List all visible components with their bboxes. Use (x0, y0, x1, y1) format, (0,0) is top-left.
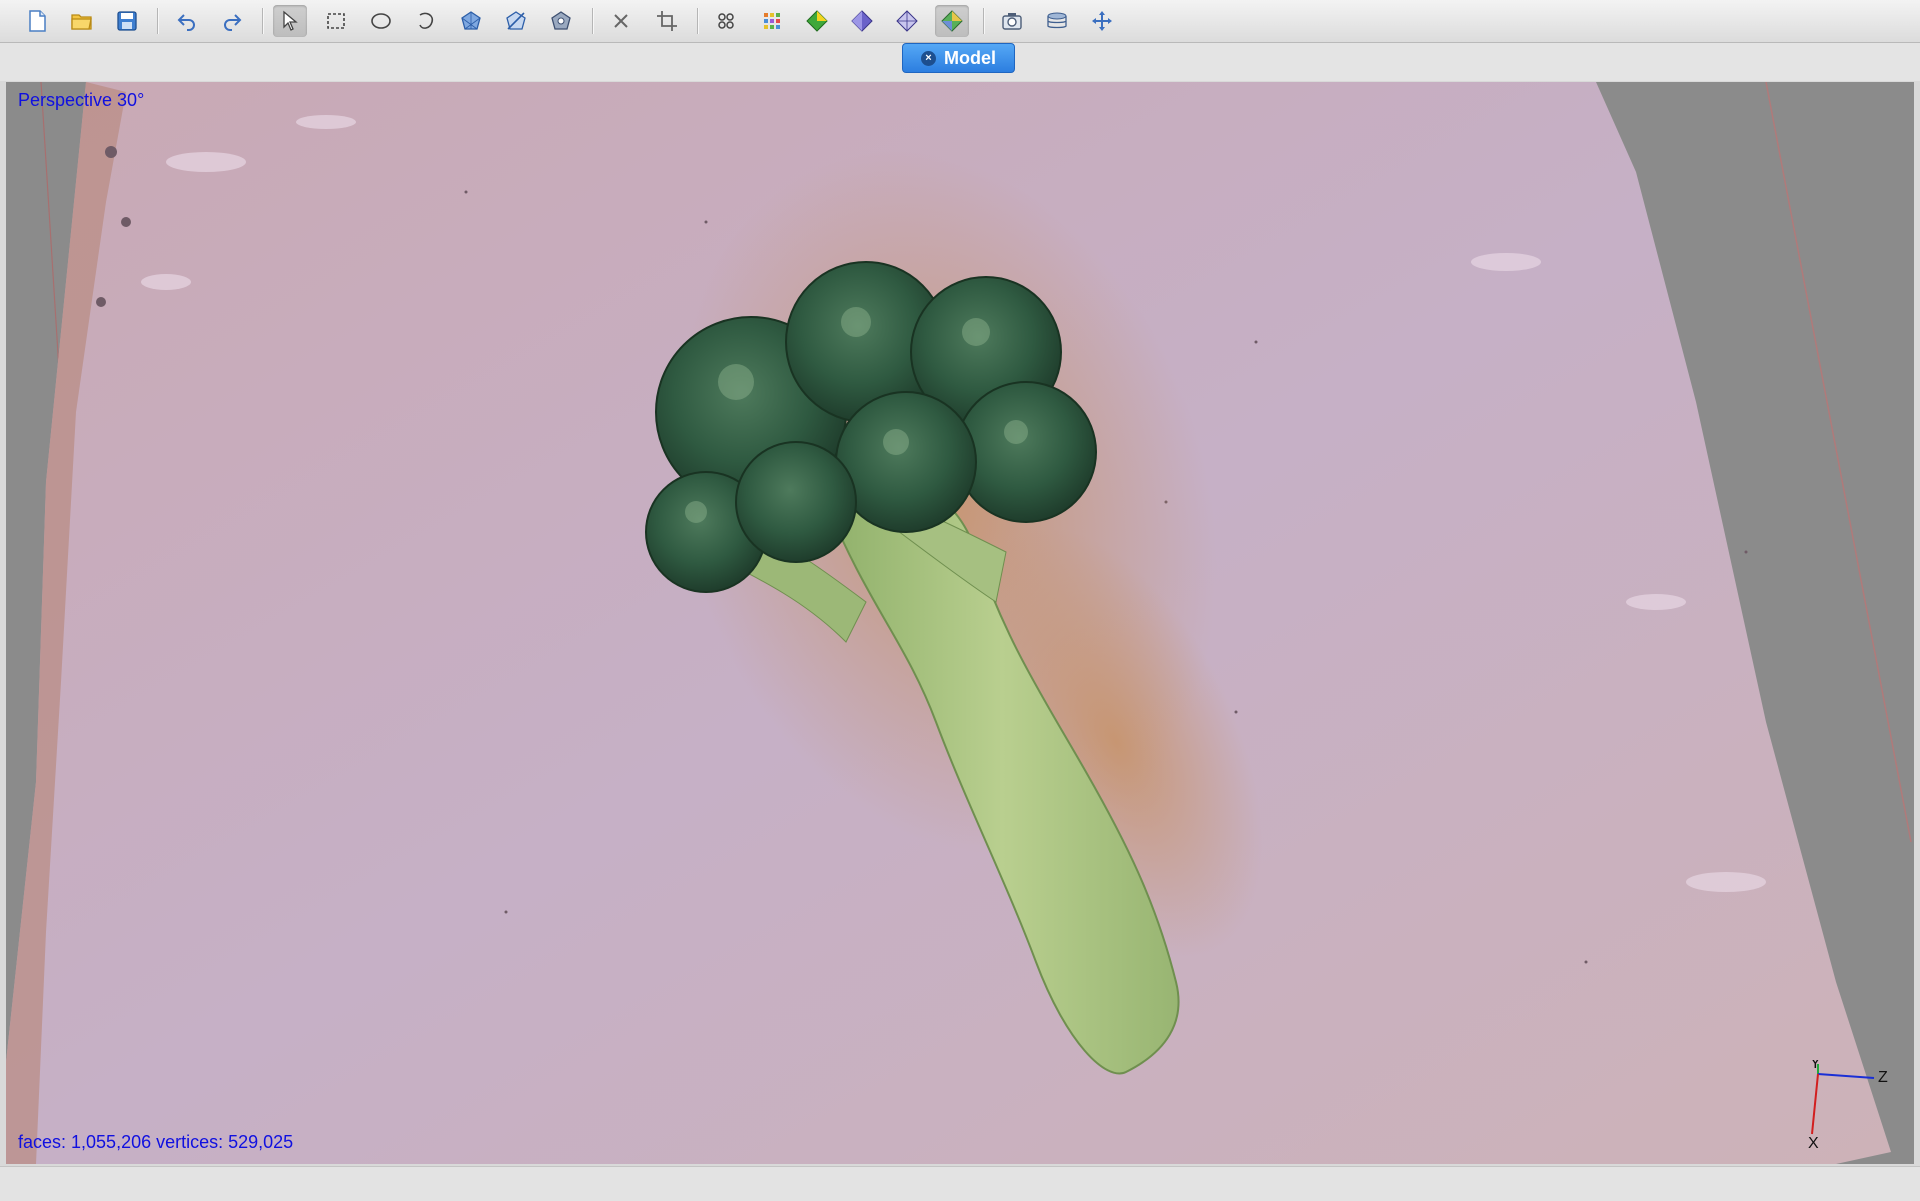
projection-label: Perspective 30° (18, 90, 145, 110)
shade-wire-icon[interactable] (890, 5, 924, 37)
texture-icon[interactable] (935, 5, 969, 37)
main-toolbar (0, 0, 1920, 43)
axis-x-line (1811, 1073, 1819, 1135)
select-arrow-icon[interactable] (273, 5, 307, 37)
axis-y-label: Y (1810, 1060, 1821, 1072)
redo-icon[interactable] (215, 5, 249, 37)
grid-9-icon[interactable] (755, 5, 789, 37)
3d-viewport[interactable]: Perspective 30° faces: 1,055,206 vertice… (6, 82, 1914, 1164)
layers-icon[interactable] (1040, 5, 1074, 37)
toolbar-separator (592, 8, 594, 34)
toolbar-separator (983, 8, 985, 34)
mesh-stats: faces: 1,055,206 vertices: 529,025 (18, 1132, 294, 1152)
axis-x-label: X (1808, 1135, 1819, 1150)
axis-gizmo: Y Z X (1808, 1060, 1888, 1150)
axis-z-line (1817, 1073, 1875, 1079)
toolbar-separator (262, 8, 264, 34)
ellipse-select-icon[interactable] (364, 5, 398, 37)
select-connected-icon[interactable] (544, 5, 578, 37)
document-tab-strip: × Model (0, 43, 1920, 81)
rectangle-select-icon[interactable] (319, 5, 353, 37)
tab-model[interactable]: × Model (902, 43, 1015, 73)
axis-z-label: Z (1878, 1069, 1888, 1086)
toolbar-separator (697, 8, 699, 34)
close-icon[interactable]: × (921, 50, 936, 66)
select-faces-icon[interactable] (454, 5, 488, 37)
delete-icon[interactable] (604, 5, 638, 37)
save-icon[interactable] (110, 5, 144, 37)
grid-4-icon[interactable] (709, 5, 743, 37)
tab-label: Model (944, 47, 996, 68)
select-invert-icon[interactable] (499, 5, 533, 37)
open-folder-icon[interactable] (65, 5, 99, 37)
status-bar (0, 1166, 1920, 1201)
shade-purple-icon[interactable] (845, 5, 879, 37)
new-file-icon[interactable] (20, 5, 54, 37)
crop-icon[interactable] (650, 5, 684, 37)
mesh-render[interactable] (6, 82, 1914, 1164)
move-icon[interactable] (1085, 5, 1119, 37)
lasso-select-icon[interactable] (409, 5, 443, 37)
undo-icon[interactable] (170, 5, 204, 37)
toolbar-separator (157, 8, 159, 34)
camera-icon[interactable] (995, 5, 1029, 37)
shade-green-icon[interactable] (800, 5, 834, 37)
